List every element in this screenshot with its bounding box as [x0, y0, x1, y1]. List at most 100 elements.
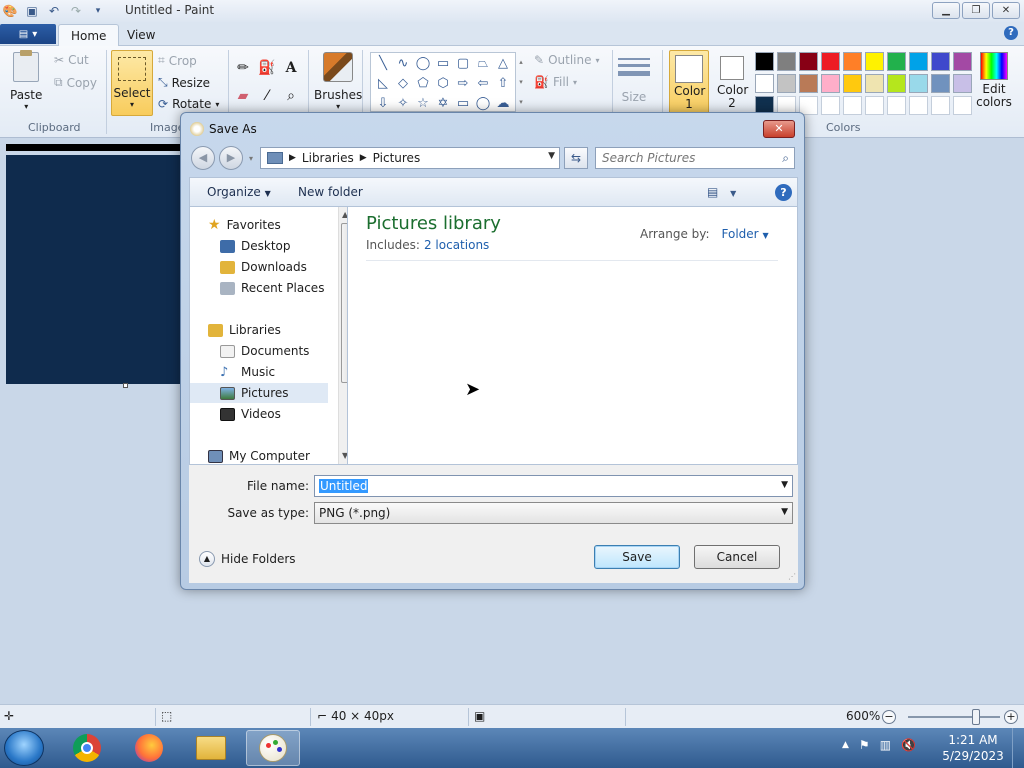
- search-input[interactable]: [596, 148, 766, 168]
- diamond-shape-icon[interactable]: ◇: [393, 73, 413, 93]
- nav-favorites[interactable]: ★ Favorites: [208, 215, 281, 235]
- close-window-button[interactable]: ✕: [992, 2, 1020, 19]
- fill-button[interactable]: ⛽ Fill ▾: [534, 75, 577, 89]
- palette-swatch[interactable]: [843, 96, 862, 115]
- palette-swatch[interactable]: [931, 52, 950, 71]
- organize-button[interactable]: Organize ▼: [207, 185, 271, 199]
- zoom-slider-thumb[interactable]: [972, 709, 980, 725]
- address-dropdown-icon[interactable]: ▼: [548, 151, 555, 161]
- eraser-icon[interactable]: ▰: [233, 86, 253, 106]
- triangle-shape-icon[interactable]: △: [493, 53, 513, 73]
- palette-swatch[interactable]: [887, 52, 906, 71]
- canvas-resize-handle[interactable]: [123, 383, 128, 388]
- recent-pages-dropdown[interactable]: ▾: [249, 154, 253, 163]
- show-desktop-button[interactable]: [1012, 728, 1024, 768]
- save-as-type-dropdown-icon[interactable]: ▼: [781, 507, 788, 517]
- edit-colors-button[interactable]: Edit colors: [975, 52, 1013, 109]
- nav-recent-places[interactable]: Recent Places: [220, 278, 324, 298]
- dialog-close-button[interactable]: ✕: [763, 120, 795, 138]
- four-point-star-shape-icon[interactable]: ✧: [393, 93, 413, 113]
- address-bar[interactable]: ▶ Libraries ▶ Pictures ▼: [260, 147, 560, 169]
- palette-swatch[interactable]: [755, 74, 774, 93]
- five-point-star-shape-icon[interactable]: ☆: [413, 93, 433, 113]
- show-hidden-icons-icon[interactable]: ▲: [842, 740, 849, 752]
- paint-taskbar-button[interactable]: [246, 730, 300, 766]
- color2-button[interactable]: Color 2: [712, 50, 752, 116]
- new-folder-button[interactable]: New folder: [298, 185, 363, 199]
- left-arrow-shape-icon[interactable]: ⇦: [473, 73, 493, 93]
- palette-swatch[interactable]: [865, 74, 884, 93]
- dialog-help-icon[interactable]: ?: [775, 184, 792, 201]
- explorer-taskbar-button[interactable]: [184, 730, 238, 766]
- zoom-in-button[interactable]: +: [1004, 710, 1018, 724]
- palette-swatch[interactable]: [843, 74, 862, 93]
- breadcrumb-libraries[interactable]: Libraries: [302, 151, 354, 165]
- back-button[interactable]: ◀: [191, 146, 215, 170]
- undo-icon[interactable]: ↶: [46, 3, 62, 19]
- firefox-taskbar-button[interactable]: [122, 730, 176, 766]
- hide-folders-button[interactable]: ▲ Hide Folders: [199, 551, 296, 567]
- brushes-button[interactable]: Brushes ▾: [314, 52, 362, 111]
- views-button[interactable]: ▤ ▼: [707, 185, 736, 199]
- nav-videos[interactable]: Videos: [220, 404, 281, 424]
- palette-swatch[interactable]: [865, 52, 884, 71]
- help-icon[interactable]: ?: [1004, 26, 1018, 40]
- palette-swatch[interactable]: [799, 74, 818, 93]
- nav-pictures[interactable]: Pictures: [190, 383, 328, 403]
- redo-icon[interactable]: ↷: [68, 3, 84, 19]
- color-picker-icon[interactable]: ⁄: [257, 86, 277, 106]
- rectangle-shape-icon[interactable]: ▭: [433, 53, 453, 73]
- palette-swatch[interactable]: [843, 52, 862, 71]
- palette-swatch[interactable]: [777, 52, 796, 71]
- paste-button[interactable]: Paste ▾: [10, 50, 42, 111]
- resize-grip[interactable]: ⋰: [788, 572, 796, 581]
- rounded-rectangle-shape-icon[interactable]: ▢: [453, 53, 473, 73]
- save-button[interactable]: Save: [594, 545, 680, 569]
- breadcrumb-separator-icon[interactable]: ▶: [360, 153, 367, 163]
- breadcrumb-separator-icon[interactable]: ▶: [289, 153, 296, 163]
- polygon-shape-icon[interactable]: ⏢: [473, 53, 493, 73]
- nav-documents[interactable]: Documents: [220, 341, 309, 361]
- network-icon[interactable]: ▥: [880, 738, 891, 752]
- size-button[interactable]: Size: [618, 52, 650, 104]
- drawing-canvas[interactable]: [6, 155, 181, 384]
- up-arrow-shape-icon[interactable]: ⇧: [493, 73, 513, 93]
- color1-button[interactable]: Color 1: [669, 50, 709, 116]
- cut-button[interactable]: ✂ Cut: [54, 53, 89, 67]
- zoom-slider-track[interactable]: [908, 716, 1000, 718]
- pencil-icon[interactable]: ✏: [233, 58, 253, 78]
- pentagon-shape-icon[interactable]: ⬠: [413, 73, 433, 93]
- paint-app-icon[interactable]: 🎨: [2, 3, 18, 19]
- text-tool-icon[interactable]: A: [281, 58, 301, 78]
- outline-button[interactable]: ✎ Outline ▾: [534, 53, 600, 67]
- nav-libraries[interactable]: Libraries: [208, 320, 281, 340]
- tab-home[interactable]: Home: [58, 24, 120, 46]
- palette-swatch[interactable]: [887, 96, 906, 115]
- curve-shape-icon[interactable]: ∿: [393, 53, 413, 73]
- fill-bucket-icon[interactable]: ⛽: [257, 58, 277, 78]
- refresh-button[interactable]: ⇆: [564, 147, 588, 169]
- chrome-taskbar-button[interactable]: [60, 730, 114, 766]
- nav-my-computer[interactable]: My Computer: [208, 446, 310, 464]
- palette-swatch[interactable]: [887, 74, 906, 93]
- magnifier-icon[interactable]: ⌕: [281, 86, 301, 106]
- file-list-pane[interactable]: Pictures library Includes: 2 locations Ar…: [347, 207, 798, 465]
- palette-swatch[interactable]: [821, 96, 840, 115]
- cloud-callout-shape-icon[interactable]: ☁: [493, 93, 513, 113]
- locations-link[interactable]: 2 locations: [424, 238, 489, 252]
- six-point-star-shape-icon[interactable]: ✡: [433, 93, 453, 113]
- resize-button[interactable]: ⤡ Resize: [158, 75, 210, 90]
- save-icon[interactable]: ▣: [24, 3, 40, 19]
- palette-swatch[interactable]: [953, 74, 972, 93]
- action-center-icon[interactable]: ⚑: [859, 738, 870, 752]
- crop-button[interactable]: ⌗ Crop: [158, 53, 197, 68]
- hexagon-shape-icon[interactable]: ⬡: [433, 73, 453, 93]
- cancel-button[interactable]: Cancel: [694, 545, 780, 569]
- breadcrumb-pictures[interactable]: Pictures: [373, 151, 421, 165]
- taskbar-clock[interactable]: 1:21 AM 5/29/2023: [940, 732, 1006, 764]
- palette-swatch[interactable]: [909, 52, 928, 71]
- rotate-button[interactable]: ⟳ Rotate ▾: [158, 97, 219, 111]
- palette-swatch[interactable]: [953, 52, 972, 71]
- tab-view[interactable]: View: [115, 24, 167, 46]
- volume-muted-icon[interactable]: 🔇: [901, 738, 916, 752]
